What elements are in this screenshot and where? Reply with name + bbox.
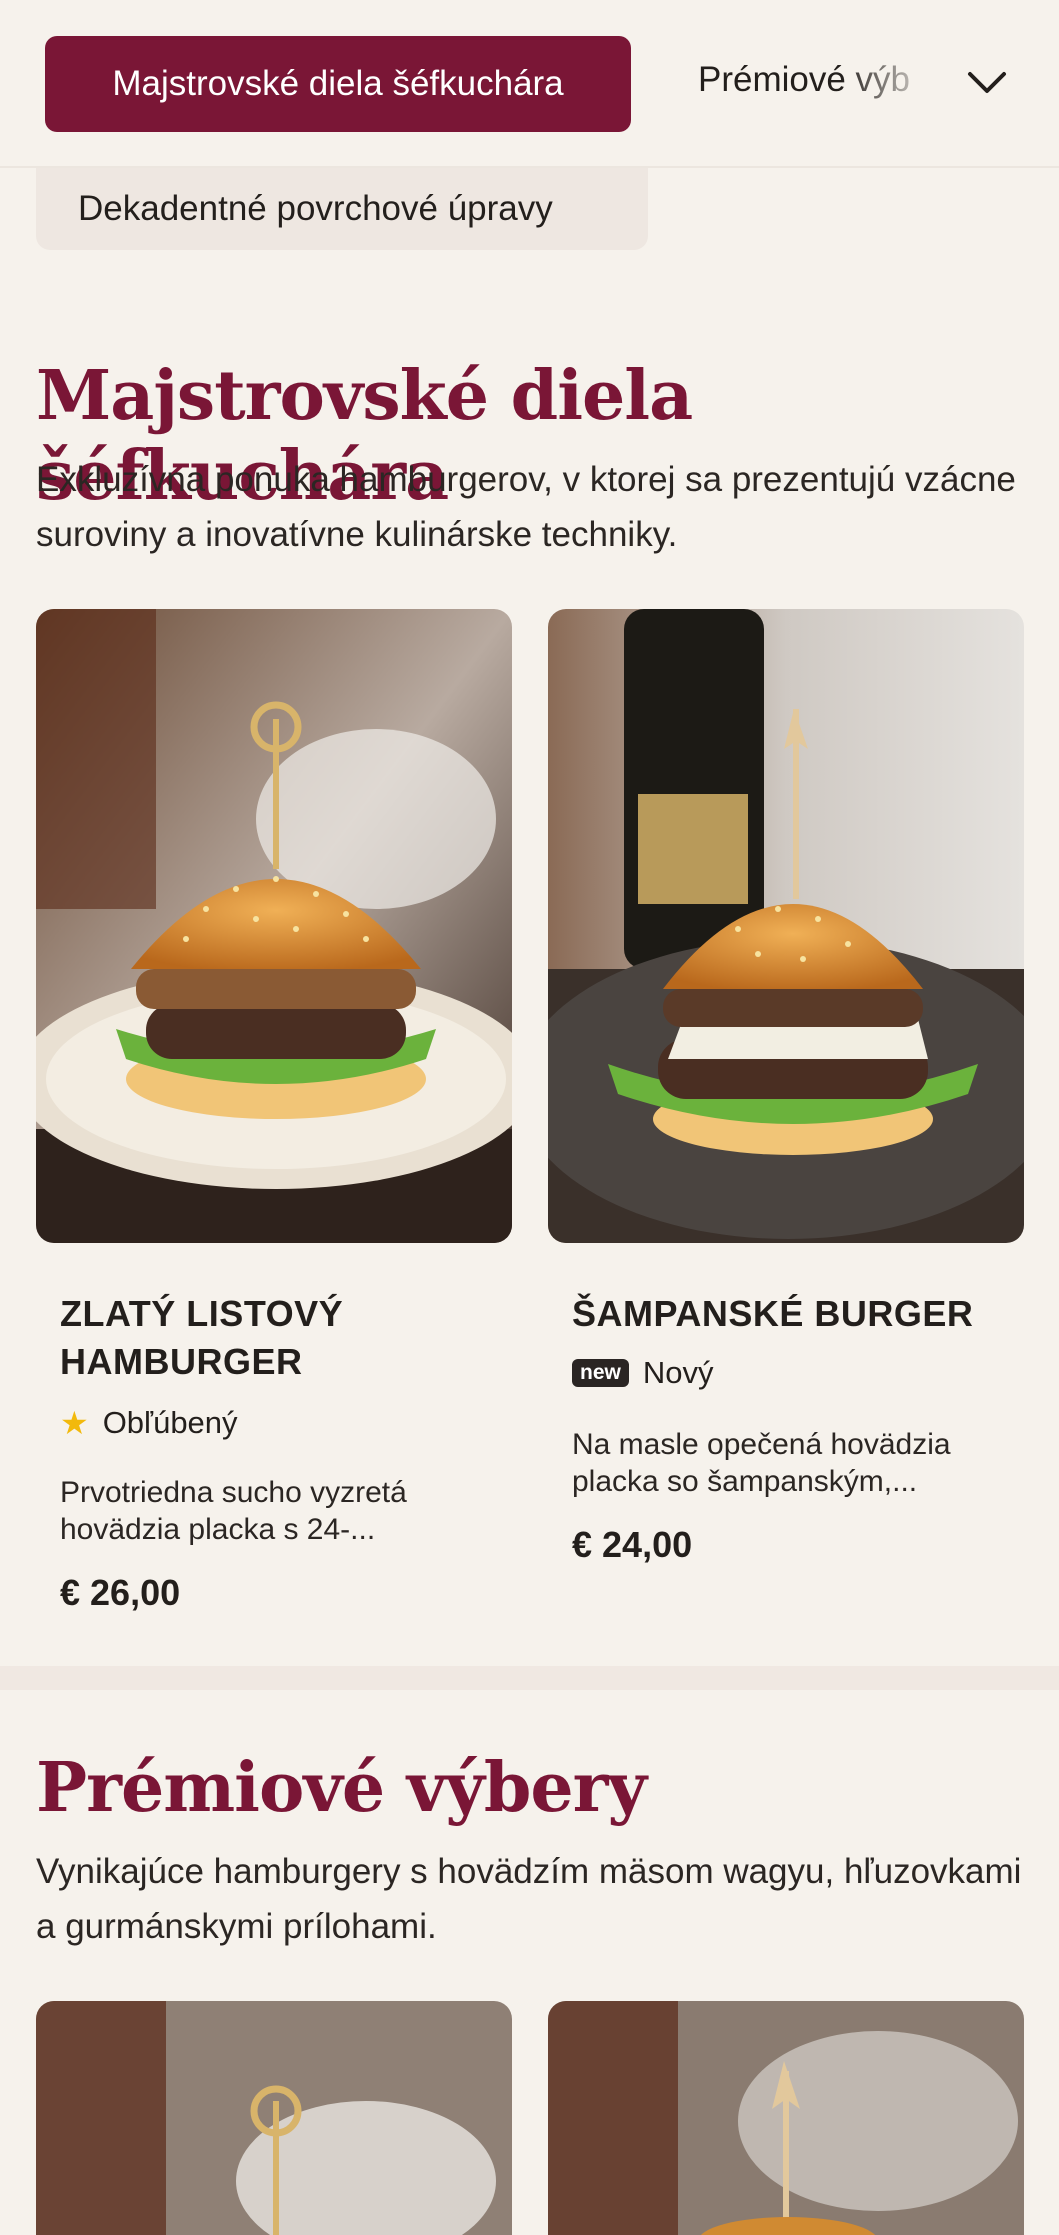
section-description: Vynikajúce hamburgery s hovädzím mäsom w…: [36, 1852, 1022, 1946]
badge-label: Nový: [642, 1355, 714, 1390]
section-title: Prémiové výbery: [36, 1748, 647, 1828]
category-nav: Majstrovské diela šéfkuchára Prémiové vý…: [0, 0, 1059, 168]
star-icon: ★: [60, 1405, 89, 1441]
chevron-down-icon[interactable]: [964, 60, 1010, 106]
tab-premium-picks[interactable]: Prémiové výb: [698, 60, 938, 100]
gold-leaf-burger-image[interactable]: [36, 609, 512, 1243]
section-description: Exkluzívna ponuka hamburgerov, v ktorej …: [36, 460, 1016, 554]
new-badge: new Nový: [572, 1355, 713, 1391]
item-price: € 24,00: [572, 1524, 693, 1565]
section-divider: [0, 1666, 1059, 1690]
tab-chef-masterpieces[interactable]: Majstrovské diela šéfkuchára: [45, 36, 631, 132]
item-description: Na masle opečená hovädzia placka so šamp…: [572, 1428, 951, 1498]
champagne-burger-image[interactable]: [548, 609, 1024, 1243]
premium-burger-image-2[interactable]: [548, 2001, 1024, 2235]
item-name[interactable]: ZLATÝ LISTOVÝ HAMBURGER: [60, 1290, 480, 1386]
item-price: € 26,00: [60, 1572, 181, 1613]
item-name[interactable]: ŠAMPANSKÉ BURGER: [572, 1290, 992, 1338]
new-tag: new: [572, 1359, 629, 1387]
item-description: Prvotriedna sucho vyzretá hovädzia plack…: [60, 1476, 407, 1546]
badge-label: Obľúbený: [102, 1405, 238, 1440]
tab-decadent-toppings[interactable]: Dekadentné povrchové úpravy: [36, 168, 648, 250]
premium-burger-image-1[interactable]: [36, 2001, 512, 2235]
popular-badge: ★ Obľúbený: [60, 1404, 238, 1442]
